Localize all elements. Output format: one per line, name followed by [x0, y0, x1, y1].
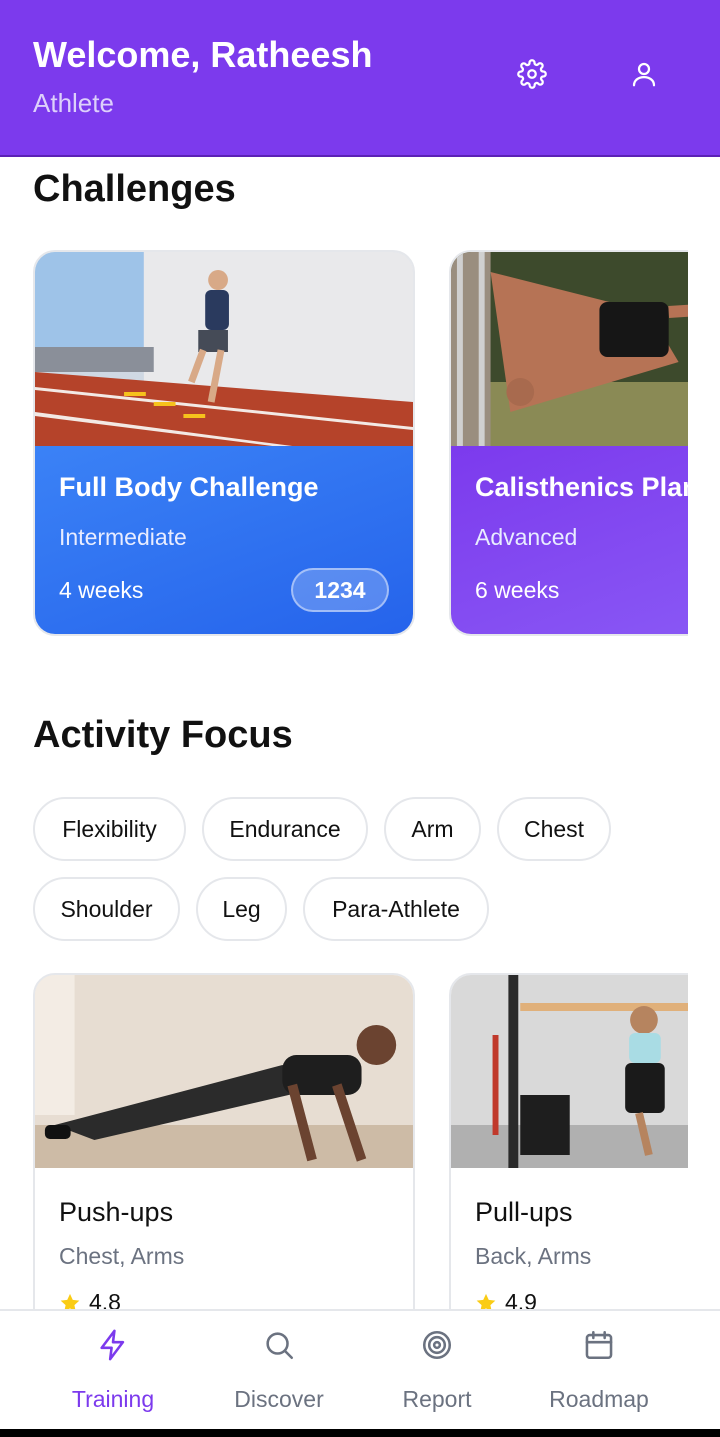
- exercise-image: [451, 975, 688, 1168]
- nav-roadmap[interactable]: Roadmap: [524, 1311, 674, 1431]
- challenge-card[interactable]: Calisthenics Plan Advanced 6 weeks: [449, 250, 688, 636]
- exercise-card[interactable]: Push-ups Chest, Arms 4.8: [33, 973, 415, 1353]
- challenge-name: Calisthenics Plan: [475, 472, 688, 502]
- chip-arm[interactable]: Arm: [384, 797, 481, 861]
- chip-chest[interactable]: Chest: [497, 797, 611, 861]
- lightning-icon: [100, 1329, 125, 1361]
- challenge-image: [451, 252, 688, 446]
- nav-label: Training: [71, 1386, 155, 1412]
- challenge-level: Intermediate: [59, 524, 187, 550]
- nav-training[interactable]: Training: [38, 1311, 188, 1431]
- chip-endurance[interactable]: Endurance: [202, 797, 368, 861]
- nav-label: Roadmap: [549, 1386, 649, 1412]
- exercise-name: Pull-ups: [475, 1197, 573, 1227]
- exercise-card[interactable]: Pull-ups Back, Arms 4.9: [449, 973, 688, 1353]
- nav-label: Report: [402, 1386, 472, 1412]
- search-icon: [266, 1332, 294, 1360]
- exercise-targets: Back, Arms: [475, 1243, 592, 1269]
- chip-flexibility[interactable]: Flexibility: [33, 797, 186, 861]
- bottom-nav: Training Discover Report Roadmap: [0, 1309, 720, 1429]
- exercise-targets: Chest, Arms: [59, 1243, 185, 1269]
- challenge-image: [35, 252, 413, 446]
- chip-para-athlete[interactable]: Para-Athlete: [303, 877, 489, 941]
- chip-shoulder[interactable]: Shoulder: [33, 877, 180, 941]
- nav-discover[interactable]: Discover: [204, 1311, 354, 1431]
- system-bar: [0, 1429, 720, 1437]
- nav-report[interactable]: Report: [362, 1311, 512, 1431]
- chip-leg[interactable]: Leg: [196, 877, 287, 941]
- calendar-icon: [585, 1330, 613, 1360]
- challenge-level: Advanced: [475, 524, 578, 550]
- activity-focus-title: Activity Focus: [33, 714, 293, 756]
- challenge-card[interactable]: Full Body Challenge Intermediate 4 weeks…: [33, 250, 415, 636]
- nav-label: Discover: [234, 1386, 324, 1412]
- exercise-image: [35, 975, 413, 1168]
- challenge-duration: 6 weeks: [475, 577, 560, 603]
- challenge-name: Full Body Challenge: [59, 472, 319, 502]
- participants-badge: 1234: [291, 568, 389, 612]
- target-icon: [422, 1330, 452, 1360]
- exercise-name: Push-ups: [59, 1197, 174, 1227]
- challenge-duration: 4 weeks: [59, 577, 144, 603]
